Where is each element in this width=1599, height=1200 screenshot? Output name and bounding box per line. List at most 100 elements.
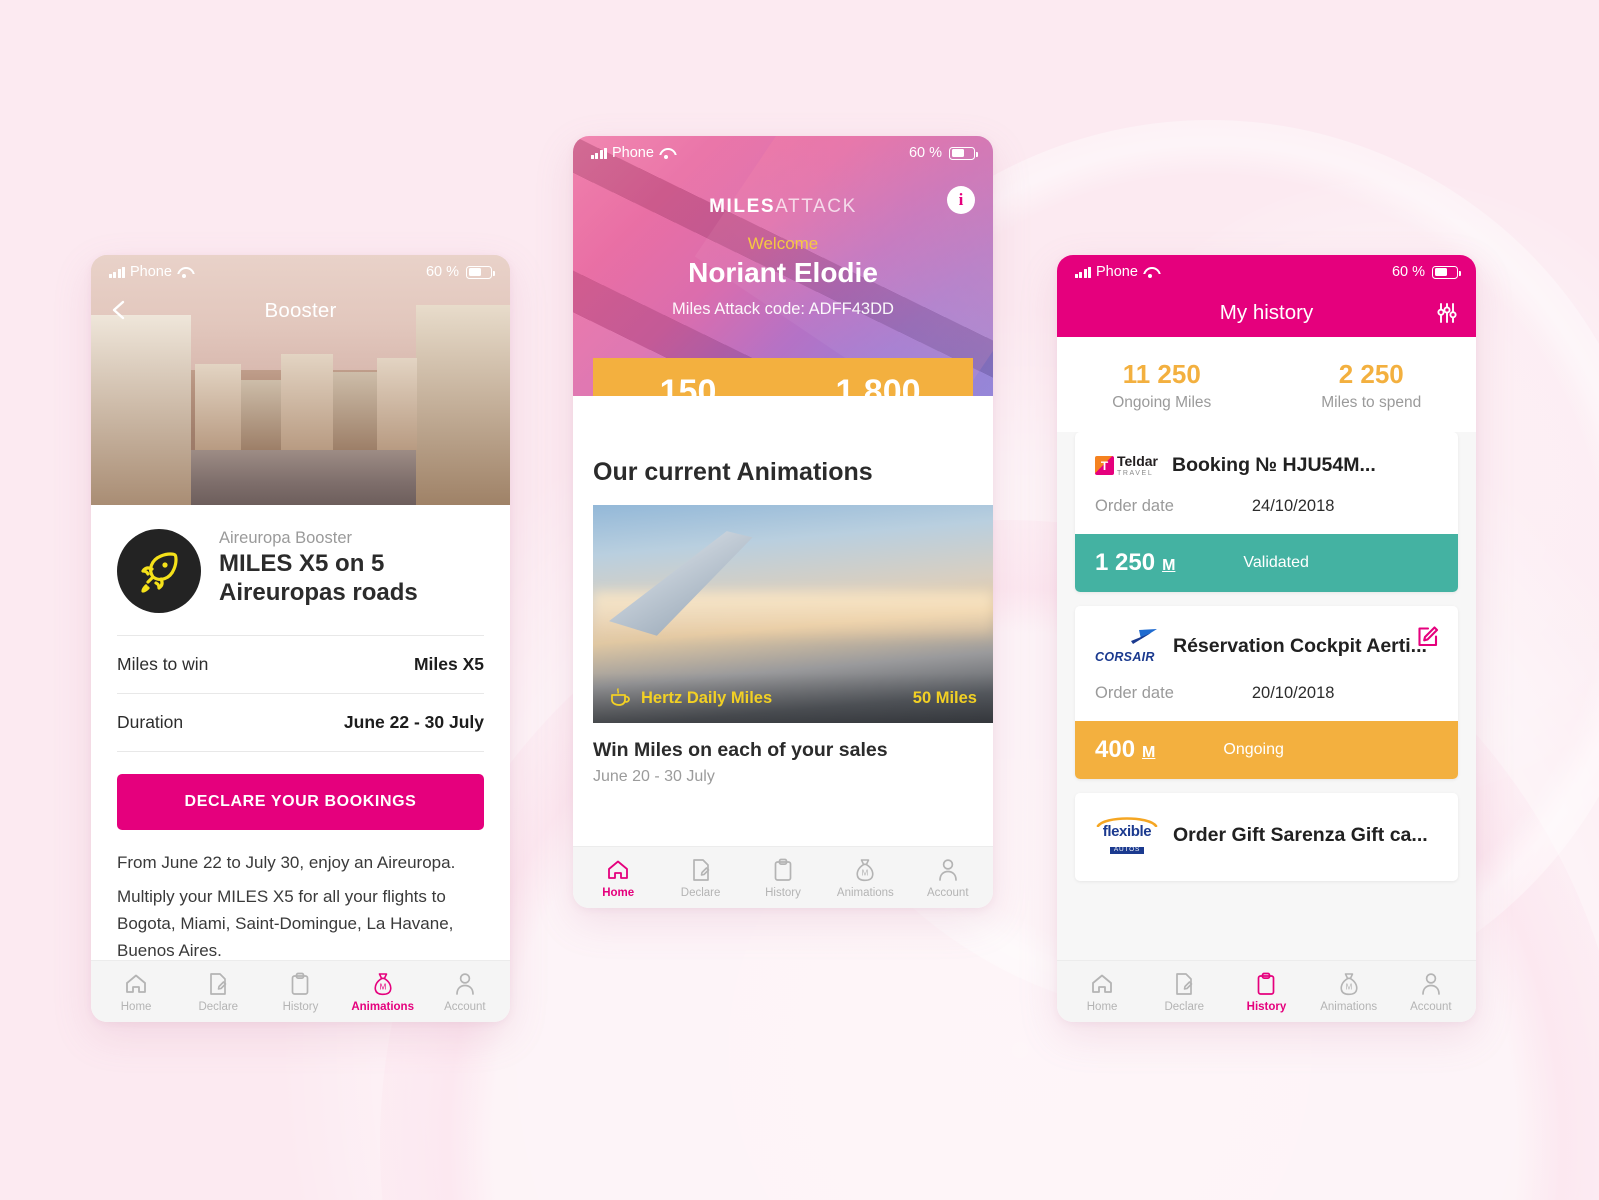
battery-icon (1432, 265, 1461, 279)
booster-title: MILES X5 on 5 Aireuropas roads (219, 550, 418, 606)
status-badge: Ongoing (1223, 741, 1284, 758)
brand-sub: TRAVEL (1117, 470, 1154, 477)
miles-summary-bar: 150 Ongoing Miles 1 800 Miles to spend (593, 358, 973, 396)
nav-item-animations[interactable]: M Animations (342, 971, 424, 1013)
summary-label: Ongoing Miles (1112, 394, 1212, 411)
booster-row-duration: Duration June 22 - 30 July (117, 693, 484, 751)
nav-item-declare[interactable]: Declare (659, 857, 741, 899)
home-icon (124, 971, 148, 997)
teldar-mark-icon: T (1095, 456, 1114, 475)
summary-label: Miles to spend (1321, 394, 1422, 411)
entry-order-date-row: Order date 20/10/2018 (1075, 664, 1458, 721)
nav-item-animations[interactable]: M Animations (1308, 971, 1390, 1013)
summary-value: 2 250 (1338, 359, 1404, 389)
status-bar-right: 60 % (425, 264, 495, 280)
nav-item-account[interactable]: Account (1390, 971, 1472, 1013)
nav-item-account[interactable]: Account (907, 857, 989, 899)
money-bag-icon: M (1337, 971, 1361, 997)
person-icon (1420, 971, 1442, 997)
home-icon (606, 857, 630, 883)
nav-item-home[interactable]: Home (1061, 971, 1143, 1013)
money-bag-icon: M (371, 971, 395, 997)
nav-label: Animations (351, 1001, 414, 1013)
home-header: Phone 60 % i MILESATTACK Welcome Noriant… (573, 136, 993, 396)
row-key: Duration (117, 712, 184, 732)
person-icon (454, 971, 476, 997)
declare-pencil-icon (1172, 971, 1196, 997)
signal-bars-icon (109, 266, 125, 278)
amount-value: 1 250 (1095, 549, 1156, 576)
booster-logo (117, 529, 201, 613)
info-button[interactable]: i (947, 186, 975, 214)
hero-building (195, 364, 241, 450)
animation-card[interactable]: Hertz Daily Miles 50 Miles Win Miles on … (593, 505, 993, 786)
order-date-label: Order date (1095, 497, 1174, 515)
chevron-left-icon (112, 300, 125, 320)
history-entry-card[interactable]: CORSAIR Réservation Cockpit Aerti... Ord… (1075, 606, 1458, 779)
nav-label: Declare (198, 1001, 239, 1013)
nav-item-declare[interactable]: Declare (1143, 971, 1225, 1013)
signal-bars-icon (1075, 266, 1091, 278)
section-title-animations: Our current Animations (593, 458, 873, 486)
history-entry-card[interactable]: flexible AUTOS Order Gift Sarenza Gift c… (1075, 793, 1458, 881)
hero-building (241, 380, 281, 450)
home-header-content: MILESATTACK Welcome Noriant Elodie Miles… (573, 196, 993, 319)
status-bar-right: 60 % (909, 145, 978, 161)
corsair-logo: CORSAIR (1095, 628, 1159, 664)
phone-home-screen: Phone 60 % i MILESATTACK Welcome Noriant… (573, 136, 993, 908)
bottom-nav-bar: Home Declare History M Animations Accoun… (573, 846, 993, 908)
order-date-label: Order date (1095, 684, 1174, 702)
amount-unit: M (1162, 557, 1176, 574)
nav-label: Animations (836, 887, 894, 899)
home-content: Our current Animations Hertz Daily Miles… (573, 396, 993, 846)
nav-item-history[interactable]: History (259, 971, 341, 1013)
hero-building (377, 358, 417, 450)
history-entry-card[interactable]: T Teldar TRAVEL Booking № HJU54M... Orde… (1075, 432, 1458, 592)
summary-value: 11 250 (1122, 359, 1201, 389)
flexible-autos-logo: flexible AUTOS (1095, 815, 1159, 855)
status-bar: Phone 60 % (573, 136, 993, 170)
nav-item-declare[interactable]: Declare (177, 971, 259, 1013)
hero-building (333, 372, 377, 450)
entry-title: Booking № HJU54M... (1171, 454, 1376, 476)
signal-bars-icon (591, 147, 607, 159)
miles-to-spend-cell: 1 800 Miles to spend (783, 374, 973, 396)
row-value: June 22 - 30 July (343, 712, 484, 732)
nav-item-history[interactable]: History (742, 857, 824, 899)
declare-pencil-icon (206, 971, 230, 997)
booster-row-miles-to-win: Miles to win Miles X5 (117, 635, 484, 693)
animations-carousel[interactable]: Hertz Daily Miles 50 Miles Win Miles on … (573, 505, 993, 786)
miles-ongoing-cell: 150 Ongoing Miles (593, 374, 783, 396)
status-bar-right: 60 % (1392, 264, 1461, 280)
nav-item-animations[interactable]: M Animations (824, 857, 906, 899)
edit-entry-button[interactable] (1416, 624, 1440, 653)
entry-header: flexible AUTOS Order Gift Sarenza Gift c… (1075, 793, 1458, 881)
row-value: Miles X5 (413, 654, 484, 674)
declare-bookings-button[interactable]: DECLARE YOUR BOOKINGS (117, 774, 484, 830)
booster-subtitle: Aireuropa Booster (219, 529, 352, 547)
hero-building-left (91, 315, 191, 505)
clipboard-icon (1256, 971, 1276, 997)
person-icon (937, 857, 959, 883)
brand-light: ATTACK (775, 196, 857, 217)
amount-value: 400 (1095, 736, 1136, 763)
nav-item-home[interactable]: Home (95, 971, 177, 1013)
nav-item-history[interactable]: History (1225, 971, 1307, 1013)
nav-item-account[interactable]: Account (424, 971, 506, 1013)
back-button[interactable] (107, 297, 133, 323)
brand-sub: AUTOS (1109, 846, 1145, 854)
animation-tag: Hertz Daily Miles 50 Miles (593, 673, 993, 723)
history-title-row: My history (1057, 289, 1476, 337)
nav-label: Home (1086, 1001, 1118, 1013)
summary-to-spend-cell: 2 250 Miles to spend (1267, 359, 1477, 412)
svg-text:M: M (1345, 983, 1352, 992)
filter-button[interactable] (1434, 300, 1460, 332)
page-title: Booster (264, 299, 337, 322)
nav-item-home[interactable]: Home (577, 857, 659, 899)
nav-label: Account (926, 887, 969, 899)
brand-main: flexible (1102, 823, 1152, 840)
battery-percent-label: 60 % (425, 264, 459, 280)
hero-building-right (416, 305, 510, 505)
animation-tag-miles: 50 Miles (912, 688, 977, 707)
nav-label: Declare (1164, 1001, 1205, 1013)
